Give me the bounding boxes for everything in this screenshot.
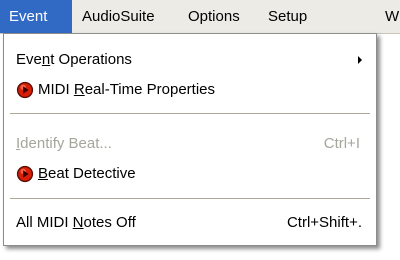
event-operations-label: Event Operations <box>16 51 132 68</box>
all-midi-notes-off-shortcut: Ctrl+Shift+. <box>286 214 362 231</box>
menu-item-event-operations[interactable]: Event Operations <box>4 45 376 75</box>
menu-item-midi-realtime-properties[interactable]: MIDI Real-Time Properties <box>4 75 376 105</box>
beat-detective-label: Beat Detective <box>38 165 136 182</box>
menu-event-label: Event <box>9 8 48 25</box>
menu-audiosuite[interactable]: AudioSuite <box>82 0 155 33</box>
menu-event[interactable]: Event <box>0 0 72 33</box>
menu-item-identify-beat[interactable]: Identify Beat... Ctrl+I <box>4 129 376 159</box>
menu-options-label: Options <box>188 8 240 25</box>
menu-window-partial[interactable]: W <box>385 0 400 33</box>
identify-beat-label: Identify Beat... <box>16 135 112 152</box>
menu-setup-label: Setup <box>268 8 308 25</box>
menu-options[interactable]: Options <box>188 0 240 33</box>
menu-setup[interactable]: Setup <box>268 0 307 33</box>
menu-separator <box>10 113 370 114</box>
menu-audiosuite-label: AudioSuite <box>82 8 155 25</box>
event-dropdown-menu: Event Operations MIDI Real-Time Properti… <box>3 33 377 246</box>
submenu-arrow-icon <box>358 56 362 64</box>
menu-bar: Event AudioSuite Options Setup W <box>0 0 400 34</box>
all-midi-notes-off-label: All MIDI Notes Off <box>16 214 136 231</box>
identify-beat-shortcut: Ctrl+I <box>323 135 360 152</box>
menu-item-all-midi-notes-off[interactable]: All MIDI Notes Off Ctrl+Shift+. <box>4 208 376 238</box>
red-record-icon <box>16 81 34 99</box>
midi-realtime-properties-label: MIDI Real-Time Properties <box>38 81 216 98</box>
menu-separator <box>10 198 370 199</box>
menu-item-beat-detective[interactable]: Beat Detective <box>4 159 376 189</box>
menu-window-partial-label: W <box>385 8 400 25</box>
red-record-icon <box>16 165 34 183</box>
